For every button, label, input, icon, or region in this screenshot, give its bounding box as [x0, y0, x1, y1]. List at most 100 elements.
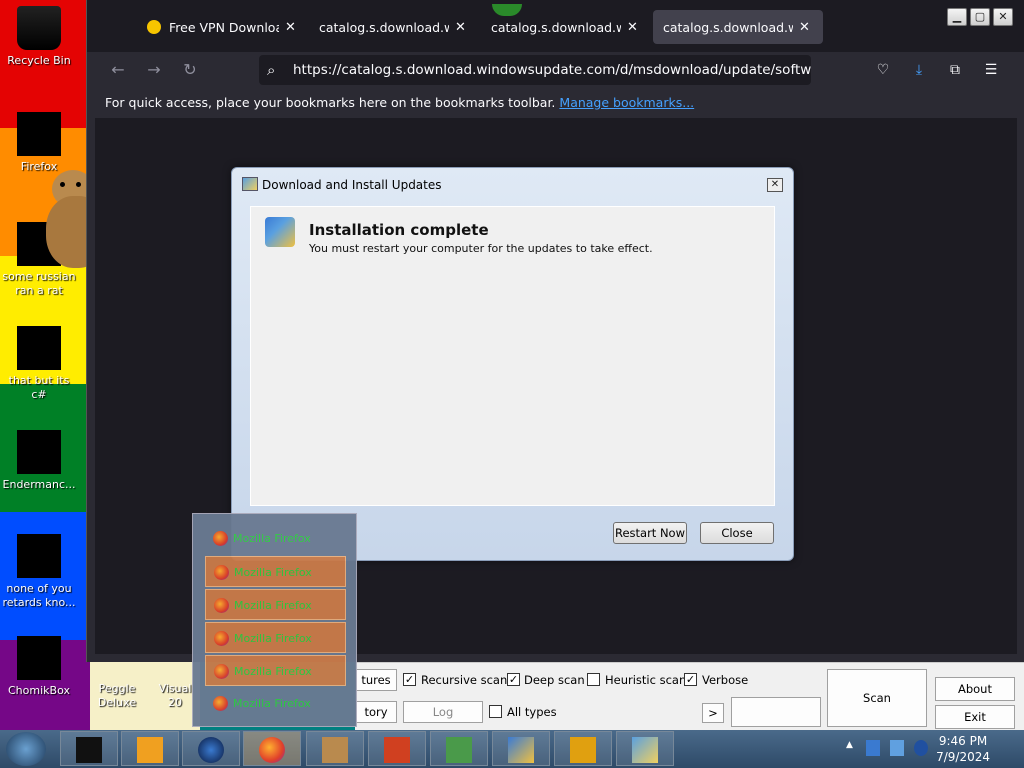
globe-icon	[198, 737, 224, 763]
windows-update-icon	[632, 737, 658, 763]
manage-bookmarks-link[interactable]: Manage bookmarks...	[559, 95, 694, 110]
firefox-window-item[interactable]: Mozilla Firefox	[205, 589, 346, 620]
clock[interactable]: 9:46 PM 7/9/2024	[936, 733, 990, 765]
desktop-icon-label: Peggle Deluxe	[97, 682, 137, 709]
taskbar-app-chomikbox[interactable]	[306, 731, 364, 766]
recycle-bin-icon	[17, 6, 61, 50]
network-icon[interactable]	[890, 740, 904, 756]
taskbar-app-updater[interactable]	[492, 731, 550, 766]
taskbar-app-windows-update[interactable]	[616, 731, 674, 766]
minimize-button[interactable]: ▁	[947, 8, 967, 26]
desktop-icon-firefox[interactable]: Firefox	[0, 112, 78, 174]
forward-button[interactable]: →	[143, 60, 165, 80]
close-button[interactable]: Close	[700, 522, 774, 544]
log-button[interactable]: Log	[403, 701, 483, 723]
item-label: Mozilla Firefox	[234, 566, 312, 579]
windows-update-icon	[242, 177, 258, 191]
deep-scan-label: Deep scan	[524, 673, 585, 687]
windows-update-icon	[265, 217, 295, 247]
start-button[interactable]	[6, 732, 46, 766]
program-icon	[17, 534, 61, 578]
restart-now-button[interactable]: Restart Now	[613, 522, 687, 544]
tab-free-vpn[interactable]: Free VPN Download f ✕	[137, 10, 296, 44]
firefox-icon	[213, 696, 228, 711]
maximize-button[interactable]: ▢	[970, 8, 990, 26]
taskbar-app-upload[interactable]	[368, 731, 426, 766]
firefox-icon	[259, 737, 285, 763]
search-icon: ⌕	[267, 61, 276, 79]
close-window-button[interactable]: ✕	[993, 8, 1013, 26]
tab-close-icon[interactable]: ✕	[799, 20, 810, 35]
recursive-scan-label: Recursive scan	[421, 673, 508, 687]
taskbar-app-firefox[interactable]	[243, 731, 301, 766]
tab-strip: Free VPN Download f ✕ catalog.s.download…	[87, 0, 1024, 52]
verbose-checkbox[interactable]: ✓	[684, 673, 697, 686]
taskbar-app-de[interactable]	[554, 731, 612, 766]
dialog-close-icon[interactable]: ✕	[767, 178, 783, 192]
program-icon	[17, 326, 61, 370]
chomikbox-icon	[322, 737, 348, 763]
desktop-icon-none-of-you[interactable]: none of you retards kno...	[0, 534, 78, 610]
taskbar-app-terminal[interactable]	[60, 731, 118, 766]
tab-catalog-1[interactable]: catalog.s.download.windo ✕	[309, 10, 466, 44]
terminal-icon	[76, 737, 102, 763]
tray-expand-icon[interactable]: ▲	[846, 740, 860, 756]
navigation-bar: ← → ↻ ⌕ https://catalog.s.download.windo…	[87, 52, 1024, 88]
expand-button[interactable]: >	[702, 703, 724, 723]
taskbar-app-globe[interactable]	[182, 731, 240, 766]
all-types-label: All types	[507, 705, 557, 719]
firefox-window-item[interactable]: Mozilla Firefox	[205, 655, 346, 686]
reload-button[interactable]: ↻	[179, 60, 201, 80]
firefox-window-item[interactable]: Mozilla Firefox	[205, 688, 346, 719]
recursive-scan-checkbox[interactable]: ✓	[403, 673, 416, 686]
firefox-icon	[214, 664, 229, 679]
all-types-checkbox[interactable]	[489, 705, 502, 718]
dialog-message: You must restart your computer for the u…	[309, 242, 653, 255]
firefox-window-item[interactable]: Mozilla Firefox	[205, 556, 346, 587]
progress-box	[731, 697, 821, 727]
firefox-icon	[214, 598, 229, 613]
scan-button[interactable]: Scan	[827, 669, 927, 727]
desktop-icon-label: that but its c#	[8, 374, 70, 401]
tab-close-icon[interactable]: ✕	[455, 20, 466, 35]
pocket-icon[interactable]: ♡	[873, 60, 893, 80]
tab-close-icon[interactable]: ✕	[627, 20, 638, 35]
desktop-icon-csharp[interactable]: that but its c#	[0, 326, 78, 402]
firefox-icon	[213, 531, 228, 546]
desktop-icon-endermanch[interactable]: Endermanc...	[0, 430, 78, 492]
tab-close-icon[interactable]: ✕	[285, 20, 296, 35]
item-label: Mozilla Firefox	[233, 697, 311, 710]
taskbar-app-tree[interactable]	[430, 731, 488, 766]
tab-catalog-active[interactable]: catalog.s.download.windo ✕	[653, 10, 823, 44]
upload-icon	[384, 737, 410, 763]
signatures-button[interactable]: tures	[355, 669, 397, 691]
exit-button[interactable]: Exit	[935, 705, 1015, 729]
extensions-icon[interactable]: ⧉	[945, 60, 965, 80]
taskbar-app-media[interactable]	[121, 731, 179, 766]
item-label: Mozilla Firefox	[234, 632, 312, 645]
firefox-window-item[interactable]: Mozilla Firefox	[205, 622, 346, 653]
tab-title: Free VPN Download f	[169, 19, 279, 35]
desktop-icon-recycle-bin[interactable]: Recycle Bin	[0, 6, 78, 68]
desktop-icon-chomikbox[interactable]: ChomikBox	[0, 636, 78, 698]
de-icon	[570, 737, 596, 763]
volume-icon[interactable]	[914, 740, 928, 756]
about-button[interactable]: About	[935, 677, 1015, 701]
menu-icon[interactable]: ☰	[981, 60, 1001, 80]
url-bar[interactable]: ⌕ https://catalog.s.download.windowsupda…	[259, 55, 811, 85]
deep-scan-checkbox[interactable]: ✓	[507, 673, 520, 686]
bookmarks-toolbar: For quick access, place your bookmarks h…	[87, 88, 1024, 118]
desktop-icon-peggle[interactable]: Peggle Deluxe	[78, 682, 156, 710]
back-button[interactable]: ←	[107, 60, 129, 80]
tray-app-icon[interactable]	[866, 740, 880, 756]
firefox-icon	[214, 631, 229, 646]
item-label: Mozilla Firefox	[234, 599, 312, 612]
history-button[interactable]: tory	[355, 701, 397, 723]
heuristic-scan-label: Heuristic scan	[605, 673, 687, 687]
scanner-app-panel: tures ✓ Recursive scan ✓ Deep scan Heuri…	[355, 662, 1024, 730]
heuristic-scan-checkbox[interactable]	[587, 673, 600, 686]
dialog-body: Installation complete You must restart y…	[250, 206, 775, 506]
desktop-icon-label: some russian ran a rat	[2, 270, 76, 297]
downloads-icon[interactable]: ⤓	[909, 60, 929, 80]
firefox-window-item[interactable]: Mozilla Firefox	[205, 523, 346, 554]
